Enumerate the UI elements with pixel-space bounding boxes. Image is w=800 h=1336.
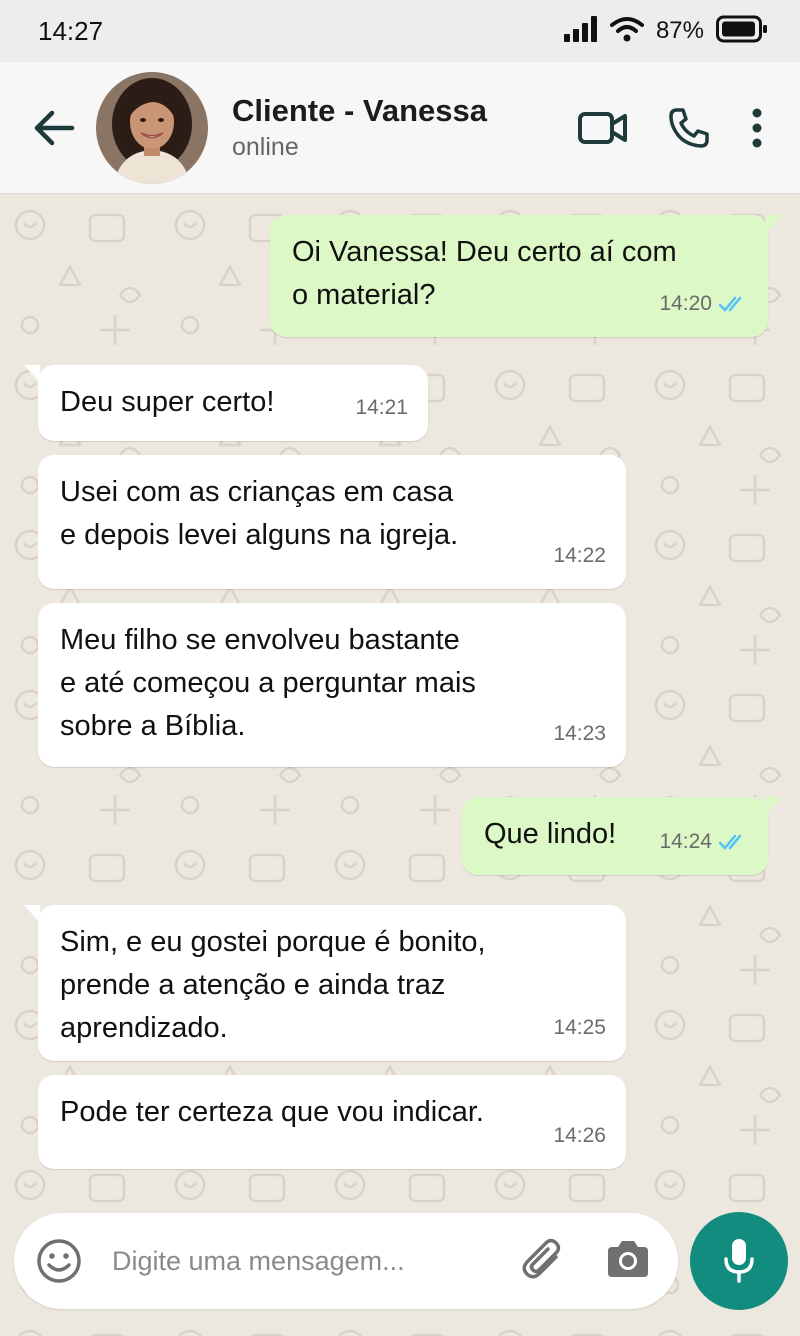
read-receipt-icon: [718, 296, 742, 312]
message-meta: 14:21: [355, 386, 408, 429]
message-bubble-incoming[interactable]: Usei com as crianças em casa e depois le…: [38, 455, 626, 589]
header-actions: [578, 107, 764, 149]
message-time: 14:21: [355, 396, 408, 419]
attach-button[interactable]: [520, 1235, 564, 1288]
message-text: Deu super certo!: [60, 386, 275, 418]
video-call-icon: [578, 111, 627, 144]
bubble-tail: [766, 215, 782, 233]
message-meta: 14:23: [553, 712, 606, 755]
voice-message-button[interactable]: [690, 1212, 788, 1310]
message-meta: 14:22: [553, 534, 606, 577]
emoji-button[interactable]: [34, 1236, 84, 1286]
signal-icon: [563, 15, 598, 47]
message-text: Sim, e eu gostei porque é bonito, prende…: [60, 926, 486, 1044]
battery-icon: [716, 15, 768, 48]
message-time: 14:22: [553, 544, 606, 567]
bubble-tail: [766, 797, 782, 815]
chat-header: Cliente - Vanessa online: [0, 62, 800, 194]
message-meta: 14:20: [659, 282, 748, 325]
status-indicators: 87%: [563, 15, 768, 48]
message-time: 14:20: [659, 292, 712, 315]
emoji-icon: [37, 1239, 81, 1283]
message-bubble-incoming[interactable]: Sim, e eu gostei porque é bonito, prende…: [24, 905, 626, 1061]
message-bubble-incoming[interactable]: Deu super certo! 14:21: [24, 365, 428, 441]
message-meta: 14:24: [659, 820, 748, 863]
battery-percentage: 87%: [655, 17, 704, 44]
bubble-tail: [24, 905, 40, 923]
wifi-icon: [609, 16, 644, 47]
voice-call-button[interactable]: [668, 107, 710, 149]
contact-info[interactable]: Cliente - Vanessa online: [232, 92, 578, 164]
video-call-button[interactable]: [578, 110, 628, 146]
mic-icon: [724, 1239, 754, 1283]
more-options-button[interactable]: [750, 107, 764, 149]
contact-status: online: [232, 132, 299, 161]
message-text: Meu filho se envolveu bastante e até com…: [60, 624, 476, 742]
status-time: 14:27: [38, 15, 104, 46]
bubble-tail: [24, 365, 40, 383]
composer-actions: [520, 1235, 652, 1288]
message-meta: 14:26: [553, 1114, 606, 1157]
message-meta: 14:25: [553, 1006, 606, 1049]
message-text: Usei com as crianças em casa e depois le…: [60, 476, 459, 551]
message-bubble-incoming[interactable]: Meu filho se envolveu bastante e até com…: [38, 603, 626, 767]
more-options-icon: [752, 108, 762, 147]
message-input[interactable]: [112, 1245, 520, 1277]
camera-icon: [608, 1240, 648, 1277]
status-bar: 14:27 87%: [0, 0, 800, 62]
message-time: 14:26: [553, 1124, 606, 1147]
message-time: 14:23: [553, 722, 606, 745]
contact-name: Cliente - Vanessa: [232, 92, 488, 128]
message-time: 14:25: [553, 1016, 606, 1039]
avatar[interactable]: [96, 71, 208, 184]
message-bubble-incoming[interactable]: Pode ter certeza que vou indicar. 14:26: [38, 1075, 626, 1169]
attach-icon: [522, 1238, 561, 1278]
message-time: 14:24: [659, 830, 712, 853]
phone-icon: [669, 107, 709, 148]
message-composer: [14, 1213, 678, 1309]
camera-button[interactable]: [604, 1239, 652, 1284]
back-button[interactable]: [24, 98, 84, 158]
back-arrow-icon: [34, 110, 75, 145]
message-bubble-outgoing[interactable]: Que lindo! 14:24: [462, 797, 782, 875]
read-receipt-icon: [718, 834, 742, 850]
message-text: Pode ter certeza que vou indicar.: [60, 1096, 484, 1128]
message-bubble-outgoing[interactable]: Oi Vanessa! Deu certo aí com o material?…: [270, 215, 782, 337]
